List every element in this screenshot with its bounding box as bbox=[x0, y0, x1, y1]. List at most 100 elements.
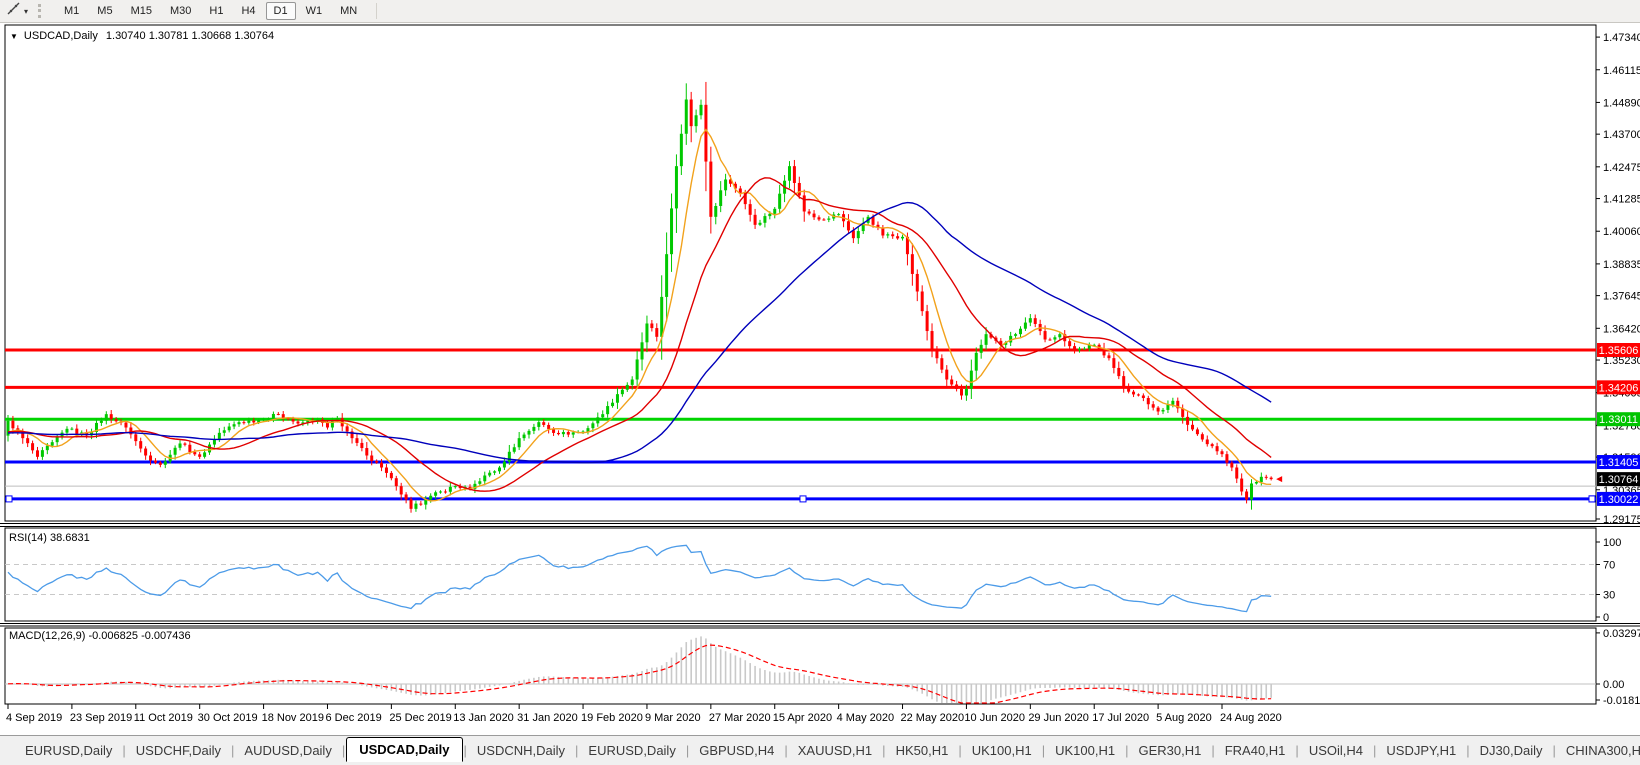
timeframe-button-mn[interactable]: MN bbox=[332, 2, 365, 20]
timeframe-button-h4[interactable]: H4 bbox=[233, 2, 263, 20]
chart-ohlc-values: 1.30740 1.30781 1.30668 1.30764 bbox=[105, 30, 275, 42]
chart-tab-usdchf-daily[interactable]: USDCHF,Daily bbox=[127, 740, 230, 761]
line-selection-handle[interactable] bbox=[799, 495, 807, 503]
candlestick-series bbox=[6, 81, 1273, 513]
tab-separator: | bbox=[463, 743, 467, 758]
rsi-panel: 100 70 30 0 bbox=[5, 537, 1621, 624]
chart-tab-uk100-h1[interactable]: UK100,H1 bbox=[963, 740, 1041, 761]
timeframe-button-m15[interactable]: M15 bbox=[123, 2, 160, 20]
chart-symbol-label: USDCAD,Daily bbox=[23, 30, 98, 42]
tab-separator: | bbox=[341, 743, 346, 758]
panel-frames bbox=[0, 24, 1640, 705]
chart-tab-audusd-daily[interactable]: AUDUSD,Daily bbox=[235, 740, 340, 761]
draw-tool-button[interactable]: ▾ bbox=[4, 0, 30, 23]
svg-text:1.40060: 1.40060 bbox=[1603, 226, 1640, 238]
svg-text:24 Aug 2020: 24 Aug 2020 bbox=[1220, 712, 1282, 724]
chart-tab-eurusd-daily[interactable]: EURUSD,Daily bbox=[579, 740, 684, 761]
chart-title: ▼ USDCAD,Daily 1.30740 1.30781 1.30668 1… bbox=[10, 30, 274, 42]
timeframe-button-w1[interactable]: W1 bbox=[298, 2, 331, 20]
svg-text:6 Dec 2019: 6 Dec 2019 bbox=[325, 712, 381, 724]
svg-text:1.33011: 1.33011 bbox=[1599, 414, 1638, 426]
timeframe-button-m1[interactable]: M1 bbox=[56, 2, 87, 20]
timeframe-button-m5[interactable]: M5 bbox=[89, 2, 120, 20]
tab-separator: | bbox=[1041, 743, 1046, 758]
chart-tab-fra40-h1[interactable]: FRA40,H1 bbox=[1216, 740, 1295, 761]
svg-text:10 Jun 2020: 10 Jun 2020 bbox=[964, 712, 1025, 724]
svg-text:18 Nov 2019: 18 Nov 2019 bbox=[262, 712, 324, 724]
moving-average-20 bbox=[8, 177, 1272, 492]
tab-separator: | bbox=[122, 743, 126, 758]
svg-text:1.30022: 1.30022 bbox=[1599, 494, 1639, 506]
chart-tab-china300-h1[interactable]: CHINA300,H1 bbox=[1557, 740, 1640, 761]
svg-text:4 May 2020: 4 May 2020 bbox=[837, 712, 894, 724]
toolbar-grip[interactable] bbox=[38, 4, 45, 18]
chart-tabs: EURUSD,Daily | USDCHF,Daily | AUDUSD,Daily | U… bbox=[16, 737, 1640, 762]
chart-tab-gbpusd-h4[interactable]: GBPUSD,H4 bbox=[690, 740, 783, 761]
mt4-window: { "toolbar": { "timeframes": ["M1","M5",… bbox=[0, 0, 1640, 765]
horizontal-lines[interactable] bbox=[5, 348, 1596, 503]
tab-separator: | bbox=[1125, 743, 1129, 758]
tab-separator: | bbox=[1295, 743, 1299, 758]
svg-text:13 Jan 2020: 13 Jan 2020 bbox=[453, 712, 514, 724]
chart-tab-usoil-h4[interactable]: USOil,H4 bbox=[1300, 740, 1372, 761]
timeframe-button-d1[interactable]: D1 bbox=[265, 2, 296, 20]
rsi-indicator-label: RSI(14) 38.6831 bbox=[9, 532, 90, 544]
tab-separator: | bbox=[958, 743, 962, 758]
tab-separator: | bbox=[685, 743, 690, 758]
chart-tab-dj30-daily[interactable]: DJ30,Daily bbox=[1471, 740, 1552, 761]
chart-tab-usdcnh-daily[interactable]: USDCNH,Daily bbox=[468, 740, 574, 761]
macd-indicator-label: MACD(12,26,9) -0.006825 -0.007436 bbox=[9, 630, 191, 642]
svg-text:70: 70 bbox=[1603, 560, 1615, 572]
svg-text:0.00: 0.00 bbox=[1603, 679, 1624, 691]
last-price-marker bbox=[1276, 476, 1283, 483]
tab-separator: | bbox=[1373, 743, 1377, 758]
svg-text:27 Mar 2020: 27 Mar 2020 bbox=[709, 712, 771, 724]
svg-text:4 Sep 2019: 4 Sep 2019 bbox=[6, 712, 62, 724]
svg-text:1.42475: 1.42475 bbox=[1603, 162, 1640, 174]
svg-text:5 Aug 2020: 5 Aug 2020 bbox=[1156, 712, 1212, 724]
tool-dropdown-caret-icon[interactable]: ▾ bbox=[24, 7, 28, 16]
svg-text:-0.018154: -0.018154 bbox=[1603, 695, 1640, 707]
rsi-line bbox=[7, 544, 1272, 613]
svg-text:19 Feb 2020: 19 Feb 2020 bbox=[581, 712, 643, 724]
svg-text:1.38835: 1.38835 bbox=[1603, 259, 1640, 271]
chart-collapse-caret-icon[interactable]: ▼ bbox=[10, 32, 18, 41]
svg-text:100: 100 bbox=[1603, 537, 1621, 549]
timeframe-button-h1[interactable]: H1 bbox=[201, 2, 231, 20]
svg-text:9 Mar 2020: 9 Mar 2020 bbox=[645, 712, 701, 724]
svg-text:17 Jul 2020: 17 Jul 2020 bbox=[1092, 712, 1149, 724]
tab-separator: | bbox=[1211, 743, 1215, 758]
line-selection-handle[interactable] bbox=[1588, 495, 1596, 503]
tab-separator: | bbox=[231, 743, 235, 758]
svg-text:15 Apr 2020: 15 Apr 2020 bbox=[773, 712, 832, 724]
svg-text:1.47340: 1.47340 bbox=[1603, 32, 1640, 44]
chart-tab-usdjpy-h1[interactable]: USDJPY,H1 bbox=[1377, 740, 1465, 761]
svg-text:1.29175: 1.29175 bbox=[1603, 514, 1640, 526]
bottom-tab-bar: EURUSD,Daily | USDCHF,Daily | AUDUSD,Daily | U… bbox=[0, 735, 1640, 765]
chart-tab-uk100-h1[interactable]: UK100,H1 bbox=[1046, 740, 1124, 761]
svg-text:0: 0 bbox=[1603, 612, 1609, 624]
macd-panel: 0.032972 0.00 -0.018154 bbox=[5, 628, 1640, 707]
trendline-tool-icon bbox=[6, 1, 22, 22]
timeframe-toolbar: M1 M5 M15 M30 H1 H4 D1 W1 MN bbox=[55, 2, 366, 20]
chart-tab-usdcad-daily[interactable]: USDCAD,Daily bbox=[346, 737, 463, 762]
price-chart-svg: 1.47340 1.46115 1.44890 1.43700 1.42475 1.412… bbox=[0, 24, 1640, 724]
moving-average-50 bbox=[7, 201, 1272, 464]
tab-separator: | bbox=[1466, 743, 1470, 758]
chart-tab-eurusd-daily[interactable]: EURUSD,Daily bbox=[16, 740, 121, 761]
moving-average-7 bbox=[7, 128, 1272, 502]
chart-tab-ger30-h1[interactable]: GER30,H1 bbox=[1129, 740, 1210, 761]
top-toolbar: ▾ M1 M5 M15 M30 H1 H4 D1 W1 MN bbox=[0, 0, 1640, 23]
svg-text:30 Oct 2019: 30 Oct 2019 bbox=[198, 712, 258, 724]
svg-text:31 Jan 2020: 31 Jan 2020 bbox=[517, 712, 578, 724]
chart-tab-hk50-h1[interactable]: HK50,H1 bbox=[887, 740, 958, 761]
tab-separator: | bbox=[575, 743, 579, 758]
chart-window: 1.47340 1.46115 1.44890 1.43700 1.42475 1.412… bbox=[0, 24, 1640, 735]
toolbar-separator bbox=[376, 3, 378, 19]
line-selection-handle[interactable] bbox=[5, 495, 13, 503]
svg-text:1.43700: 1.43700 bbox=[1603, 129, 1640, 141]
svg-text:1.34206: 1.34206 bbox=[1599, 382, 1639, 394]
timeframe-button-m30[interactable]: M30 bbox=[162, 2, 199, 20]
chart-tab-xauusd-h1[interactable]: XAUUSD,H1 bbox=[789, 740, 881, 761]
tab-separator: | bbox=[1552, 743, 1556, 758]
